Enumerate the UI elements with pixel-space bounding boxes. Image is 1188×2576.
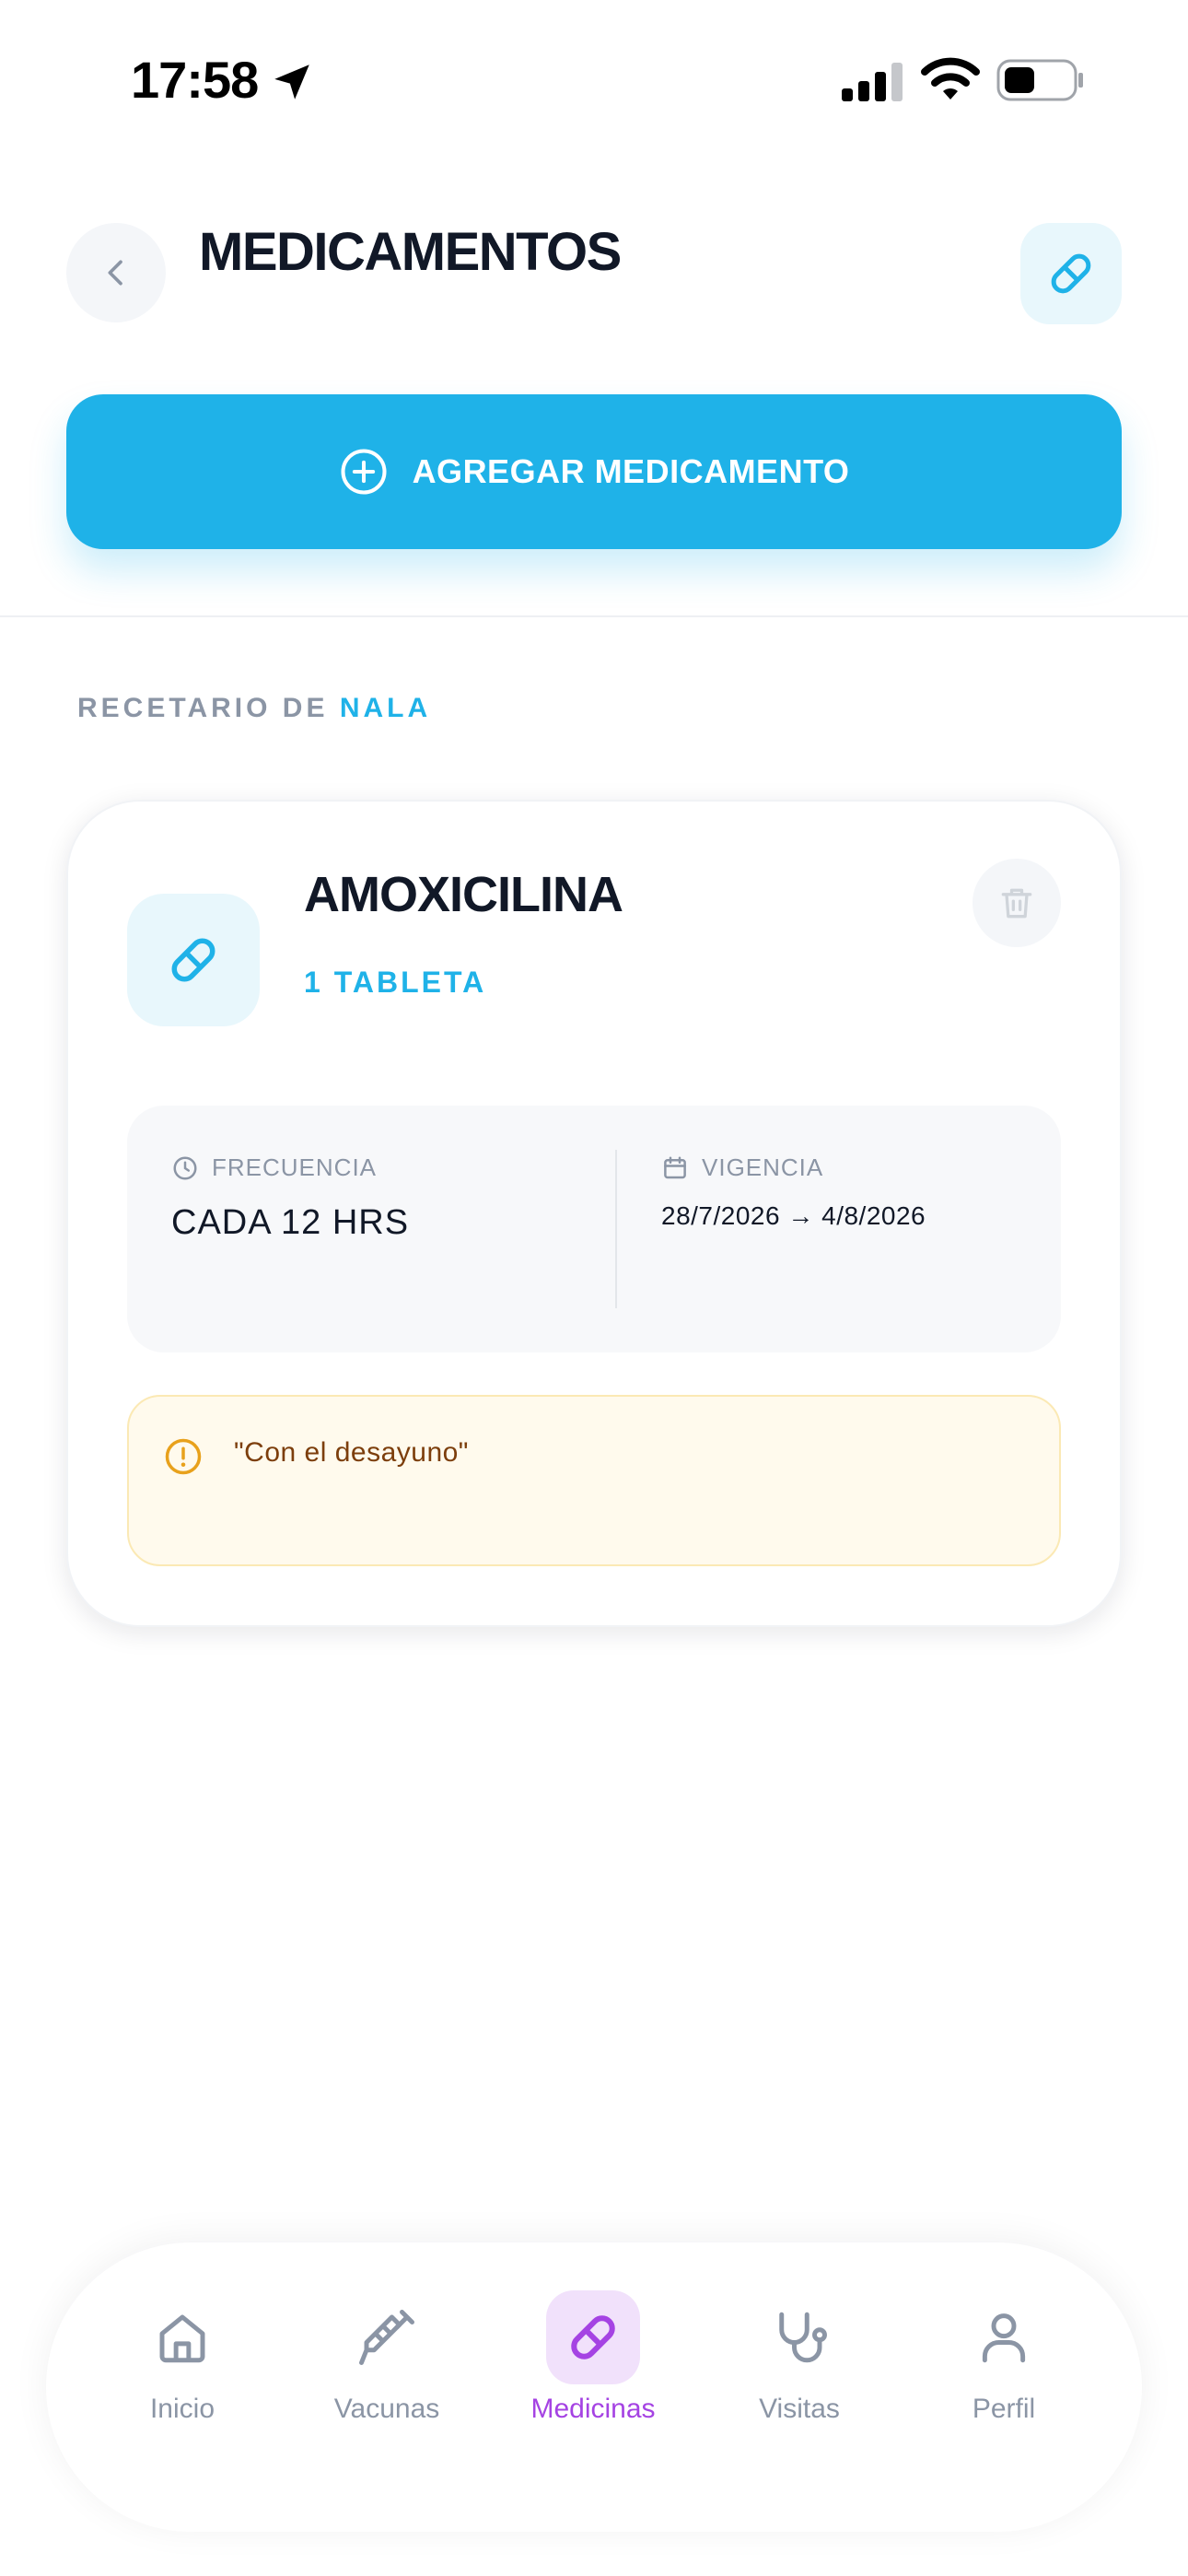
tab-inicio[interactable]: Inicio xyxy=(99,2290,265,2425)
pill-icon xyxy=(1051,253,1091,294)
alert-circle-icon xyxy=(165,1438,202,1475)
syringe-icon xyxy=(359,2310,414,2365)
page-title: MEDICAMENTOS xyxy=(199,222,622,282)
add-medication-button[interactable]: AGREGAR MEDICAMENTO xyxy=(66,394,1122,549)
validity-label: VIGENCIA xyxy=(702,1153,824,1181)
calendar-icon xyxy=(664,1156,686,1178)
tab-label: Vacunas xyxy=(333,2394,440,2424)
clock-icon xyxy=(173,1156,197,1179)
back-button[interactable] xyxy=(66,223,166,322)
medication-name: AMOXICILINA xyxy=(304,867,623,922)
location-arrow-icon xyxy=(274,64,309,100)
tab-label: Inicio xyxy=(149,2394,215,2424)
section-prefix: RECETARIO DE xyxy=(77,693,329,723)
divider xyxy=(0,615,1188,617)
tab-vacunas[interactable]: Vacunas xyxy=(304,2290,470,2425)
stethoscope-icon xyxy=(779,2312,827,2363)
validity-value: 28/7/2026 → 4/8/2026 xyxy=(661,1201,926,1230)
pill-icon xyxy=(171,938,215,982)
add-medication-label: AGREGAR MEDICAMENTO xyxy=(412,452,850,490)
chevron-left-icon xyxy=(108,260,122,286)
pill-icon xyxy=(571,2315,615,2359)
frequency-value: CADA 12 HRS xyxy=(171,1203,410,1242)
tab-perfil[interactable]: Perfil xyxy=(921,2290,1087,2425)
frequency-label: FRECUENCIA xyxy=(212,1153,378,1181)
battery-icon xyxy=(996,59,1083,101)
validity-header: VIGENCIA xyxy=(661,1153,823,1182)
note-box xyxy=(127,1395,1061,1566)
pill-header-button[interactable] xyxy=(1020,223,1122,324)
section-heading: RECETARIO DE NALA xyxy=(77,693,431,724)
frequency-header: FRECUENCIA xyxy=(171,1153,377,1182)
tab-label: Medicinas xyxy=(530,2394,656,2424)
trash-icon xyxy=(1001,888,1032,919)
plus-circle-icon xyxy=(341,449,387,495)
cellular-signal-icon xyxy=(842,63,903,101)
tab-label: Visitas xyxy=(759,2394,840,2424)
note-text: "Con el desayuno" xyxy=(234,1437,469,1468)
home-icon xyxy=(159,2314,205,2363)
schedule-separator xyxy=(615,1150,617,1308)
tab-visitas[interactable]: Visitas xyxy=(716,2290,882,2425)
user-icon xyxy=(982,2313,1026,2363)
tab-label: Perfil xyxy=(972,2394,1036,2424)
medication-icon-tile xyxy=(127,894,260,1026)
status-time: 17:58 xyxy=(131,51,259,109)
medication-dose: 1 TABLETA xyxy=(304,966,487,999)
wifi-icon xyxy=(921,57,980,100)
pet-name: NALA xyxy=(339,693,432,723)
delete-medication-button[interactable] xyxy=(973,859,1061,947)
tab-medicinas[interactable]: Medicinas xyxy=(510,2290,676,2425)
